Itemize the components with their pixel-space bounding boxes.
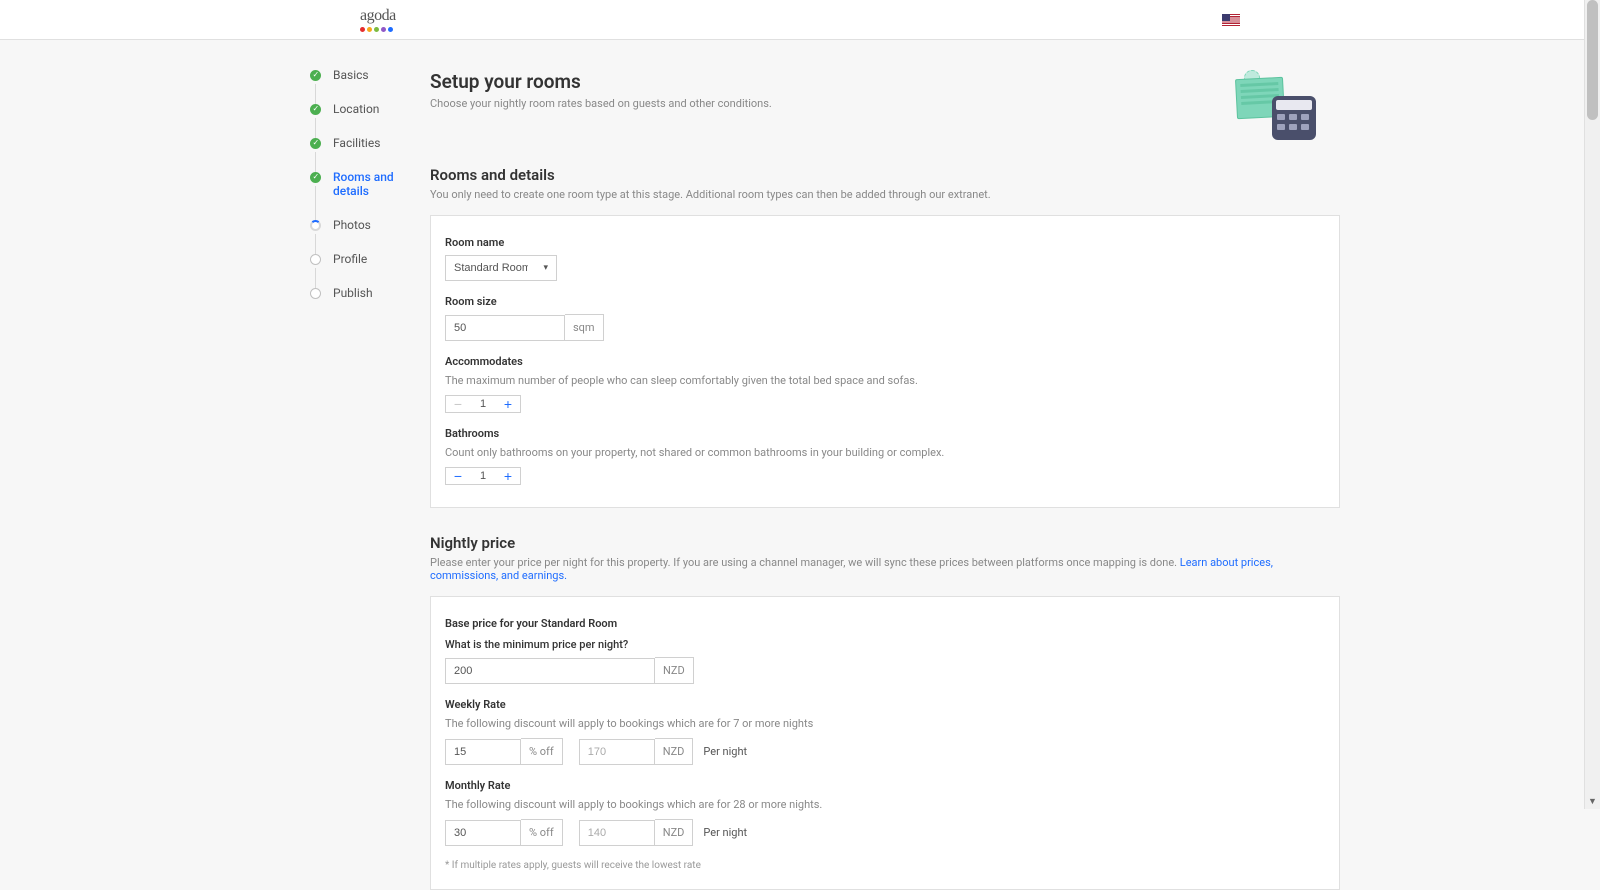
loading-icon xyxy=(310,220,321,231)
step-publish[interactable]: Publish xyxy=(310,288,410,322)
page-subtitle: Choose your nightly room rates based on … xyxy=(430,97,772,110)
bathrooms-label: Bathrooms xyxy=(445,427,1325,440)
room-size-input[interactable] xyxy=(445,315,565,341)
nightly-price-section: Nightly price Please enter your price pe… xyxy=(430,534,1340,890)
rates-footnote: * If multiple rates apply, guests will r… xyxy=(445,860,1325,871)
bathrooms-stepper: − + xyxy=(445,467,521,485)
step-photos[interactable]: Photos xyxy=(310,220,410,254)
check-icon xyxy=(310,172,321,183)
monthly-rate-label: Monthly Rate xyxy=(445,779,1325,792)
room-name-label: Room name xyxy=(445,236,1325,249)
decrement-button[interactable]: − xyxy=(446,468,470,484)
progress-sidebar: Basics Location Facilities Rooms and det… xyxy=(250,70,430,890)
per-night-label: Per night xyxy=(703,745,747,758)
min-price-label: What is the minimum price per night? xyxy=(445,638,1325,651)
vertical-scrollbar[interactable]: ▲ ▼ xyxy=(1584,0,1600,809)
per-night-label: Per night xyxy=(703,826,747,839)
hero: Setup your rooms Choose your nightly roo… xyxy=(430,70,1340,140)
min-price-input[interactable] xyxy=(445,658,655,684)
main-content: Setup your rooms Choose your nightly roo… xyxy=(430,70,1350,890)
page-title: Setup your rooms xyxy=(430,70,772,93)
section-subtitle: Please enter your price per night for th… xyxy=(430,556,1340,582)
brand-logo[interactable]: agoda xyxy=(360,7,396,32)
room-size-unit: sqm xyxy=(565,314,604,341)
step-basics[interactable]: Basics xyxy=(310,70,410,104)
step-location[interactable]: Location xyxy=(310,104,410,138)
check-icon xyxy=(310,138,321,149)
topbar: agoda xyxy=(0,0,1600,40)
scrollbar-thumb[interactable] xyxy=(1587,0,1598,120)
accommodates-input[interactable] xyxy=(470,396,496,412)
step-facilities[interactable]: Facilities xyxy=(310,138,410,172)
pct-off-unit: % off xyxy=(521,819,563,846)
step-rooms-and-details[interactable]: Rooms and details xyxy=(310,172,410,220)
accommodates-label: Accommodates xyxy=(445,355,1325,368)
room-size-label: Room size xyxy=(445,295,1325,308)
section-subtitle: You only need to create one room type at… xyxy=(430,188,1340,201)
scroll-down-icon[interactable]: ▼ xyxy=(1585,793,1600,809)
rooms-section: Rooms and details You only need to creat… xyxy=(430,166,1340,508)
pct-off-unit: % off xyxy=(521,738,563,765)
brand-name: agoda xyxy=(360,7,396,25)
accommodates-help: The maximum number of people who can sle… xyxy=(445,374,1325,387)
bathrooms-input[interactable] xyxy=(470,468,496,484)
check-icon xyxy=(310,104,321,115)
accommodates-stepper: − + xyxy=(445,395,521,413)
monthly-calculated-input xyxy=(579,820,655,846)
step-profile[interactable]: Profile xyxy=(310,254,410,288)
increment-button[interactable]: + xyxy=(496,396,520,412)
locale-flag-icon[interactable] xyxy=(1222,14,1240,26)
currency-unit: NZD xyxy=(655,738,694,765)
base-price-title: Base price for your Standard Room xyxy=(445,617,1325,630)
weekly-calculated-input xyxy=(579,739,655,765)
weekly-rate-help: The following discount will apply to boo… xyxy=(445,717,1325,730)
circle-icon xyxy=(310,254,321,265)
currency-unit: NZD xyxy=(655,819,694,846)
weekly-rate-label: Weekly Rate xyxy=(445,698,1325,711)
monthly-discount-input[interactable] xyxy=(445,820,521,846)
increment-button[interactable]: + xyxy=(496,468,520,484)
currency-unit: NZD xyxy=(655,657,694,684)
bathrooms-help: Count only bathrooms on your property, n… xyxy=(445,446,1325,459)
monthly-rate-help: The following discount will apply to boo… xyxy=(445,798,1325,811)
weekly-discount-input[interactable] xyxy=(445,739,521,765)
circle-icon xyxy=(310,288,321,299)
pricing-illustration-icon xyxy=(1230,70,1320,140)
section-heading: Rooms and details xyxy=(430,166,1340,184)
check-icon xyxy=(310,70,321,81)
section-heading: Nightly price xyxy=(430,534,1340,552)
pricing-panel: Base price for your Standard Room What i… xyxy=(430,596,1340,890)
brand-dots xyxy=(360,27,393,32)
rooms-panel: Room name Standard Room ▾ Room size sqm … xyxy=(430,215,1340,508)
room-name-select[interactable]: Standard Room ▾ xyxy=(445,255,557,281)
decrement-button[interactable]: − xyxy=(446,396,470,412)
room-name-select-input[interactable]: Standard Room xyxy=(446,256,556,280)
